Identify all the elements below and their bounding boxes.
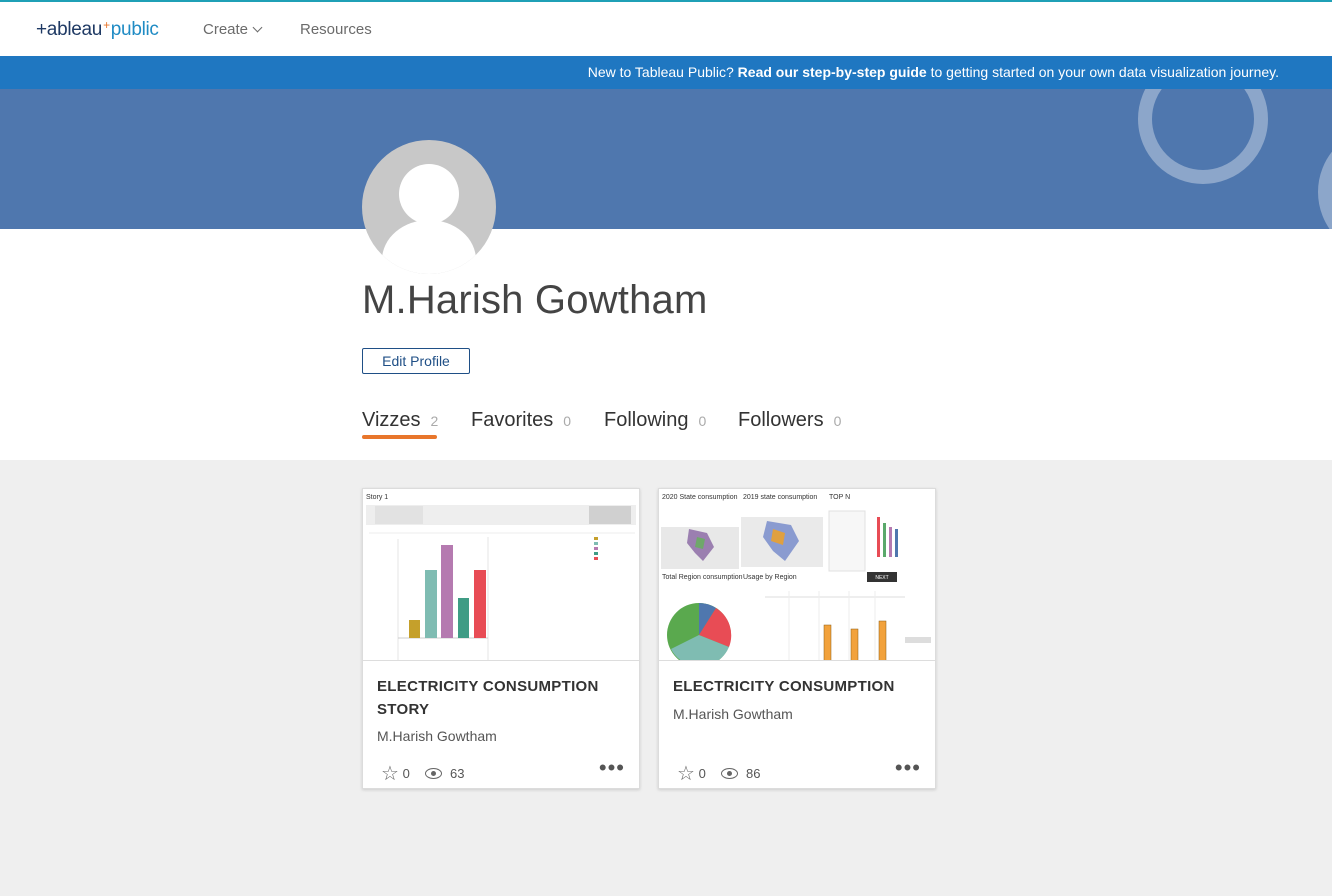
banner-guide-link[interactable]: Read our step-by-step guide — [738, 64, 927, 80]
favorite-count: 0 — [698, 766, 706, 781]
viz-thumbnail[interactable]: 2020 State consumption 2019 state consum… — [659, 489, 935, 661]
edit-profile-button[interactable]: Edit Profile — [362, 348, 470, 374]
profile-name: M.Harish Gowtham — [362, 278, 708, 322]
viz-title[interactable]: ELECTRICITY CONSUMPTION STORY — [377, 675, 627, 721]
avatar-head — [399, 164, 459, 224]
star-icon[interactable]: ☆ — [381, 763, 399, 785]
star-icon[interactable]: ☆ — [677, 763, 695, 785]
nav-create-menu[interactable]: Create — [203, 21, 263, 38]
active-tab-indicator — [362, 435, 437, 439]
tab-followers[interactable]: Followers 0 — [738, 409, 841, 432]
tab-label: Vizzes — [362, 409, 421, 431]
thumb-label: Usage by Region — [743, 574, 797, 581]
favorite-count: 0 — [402, 766, 410, 781]
tab-label: Followers — [738, 409, 824, 431]
avatar-body — [382, 220, 476, 274]
avatar — [362, 140, 496, 274]
viz-title[interactable]: ELECTRICITY CONSUMPTION — [673, 675, 923, 698]
tableau-public-logo[interactable]: +ableau+public — [36, 18, 159, 41]
tab-favorites[interactable]: Favorites 0 — [471, 409, 571, 432]
top-nav: +ableau+public Create Resources — [0, 0, 1332, 56]
viz-stats: ☆ 0 63 — [381, 761, 465, 786]
nav-resources-label: Resources — [300, 21, 372, 38]
banner-suffix: to getting started on your own data visu… — [930, 64, 1279, 80]
thumb-label: Total Region consumption — [662, 574, 743, 581]
viz-author[interactable]: M.Harish Gowtham — [673, 706, 793, 722]
chevron-down-icon — [252, 22, 263, 33]
view-count: 63 — [450, 766, 465, 781]
viz-thumbnail[interactable]: Story 1 — [363, 489, 639, 661]
view-count: 86 — [746, 766, 761, 781]
tab-following[interactable]: Following 0 — [604, 409, 706, 432]
logo-text-tableau: +ableau — [36, 19, 103, 40]
tab-count: 2 — [430, 413, 439, 429]
viz-author[interactable]: M.Harish Gowtham — [377, 728, 497, 744]
nav-resources-link[interactable]: Resources — [300, 21, 372, 38]
thumb-label: 2020 State consumption — [662, 494, 738, 501]
viz-stats: ☆ 0 86 — [677, 761, 761, 786]
info-banner: New to Tableau Public? Read our step-by-… — [0, 56, 1332, 89]
tab-count: 0 — [833, 413, 842, 429]
thumb-next-label: NEXT — [875, 575, 888, 581]
logo-text-public: public — [110, 19, 159, 40]
nav-create-label: Create — [203, 21, 249, 38]
viz-card[interactable]: 2020 State consumption 2019 state consum… — [658, 488, 936, 789]
eye-icon — [425, 768, 443, 779]
tab-label: Following — [604, 409, 689, 431]
profile-hero — [0, 89, 1332, 229]
tab-label: Favorites — [471, 409, 554, 431]
eye-icon — [721, 768, 739, 779]
tab-vizzes[interactable]: Vizzes 2 — [362, 409, 439, 439]
dashboard-thumbnail-image: 2020 State consumption 2019 state consum… — [661, 494, 931, 660]
logo-plus-icon: + — [103, 18, 110, 32]
decorative-ring — [1318, 127, 1332, 229]
more-options-icon[interactable]: ••• — [599, 757, 625, 779]
thumb-label: TOP N — [829, 494, 850, 501]
banner-text: New to Tableau Public? Read our step-by-… — [588, 64, 1279, 80]
viz-card[interactable]: Story 1 ELECTRICITY CONSUMPTION STORY M.… — [362, 488, 640, 789]
thumb-story-label: Story 1 — [366, 494, 388, 501]
banner-prefix: New to Tableau Public? — [587, 64, 734, 80]
story-thumbnail-image: Story 1 — [366, 494, 636, 660]
thumb-label: 2019 state consumption — [743, 494, 817, 501]
tab-count: 0 — [698, 413, 707, 429]
tab-count: 0 — [563, 413, 572, 429]
decorative-ring — [1138, 89, 1268, 184]
more-options-icon[interactable]: ••• — [895, 757, 921, 779]
